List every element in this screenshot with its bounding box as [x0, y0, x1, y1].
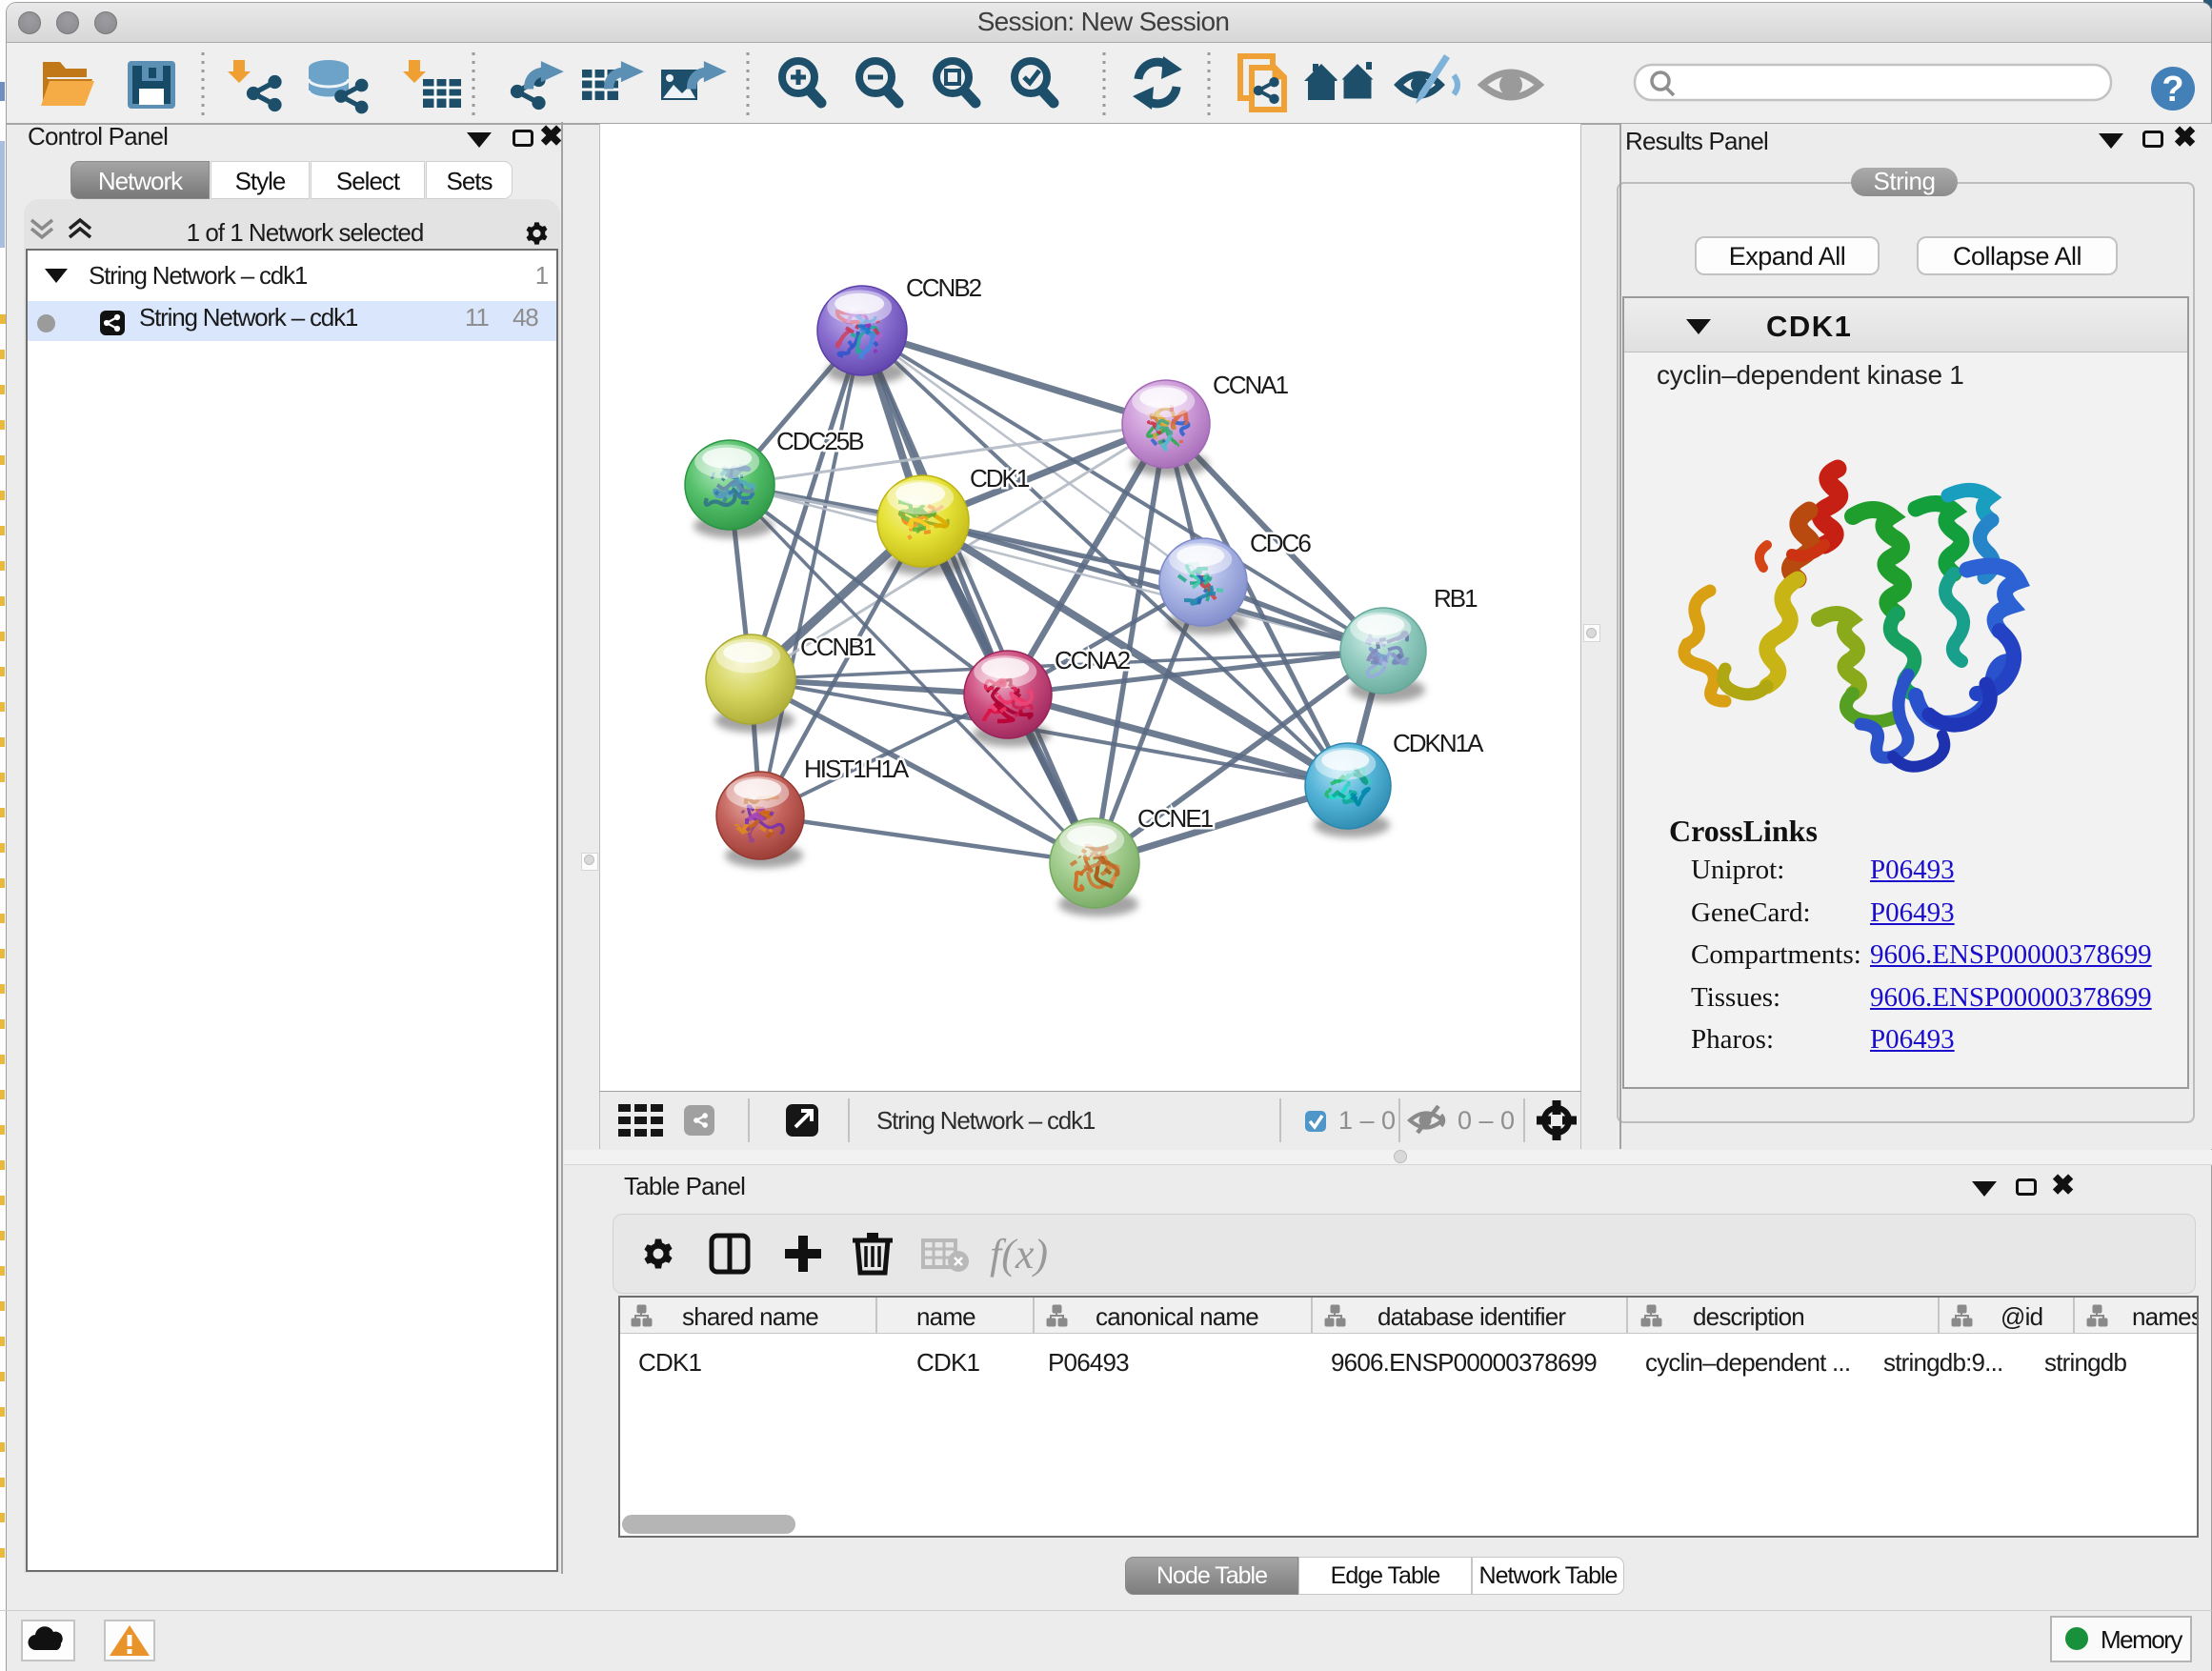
svg-text:stringdb: stringdb — [2044, 1348, 2126, 1377]
svg-text:CCNB2: CCNB2 — [906, 273, 982, 302]
svg-text:RB1: RB1 — [1434, 584, 1478, 613]
svg-text:f(x): f(x) — [990, 1231, 1048, 1278]
svg-text:description: description — [1693, 1302, 1804, 1331]
svg-text:9606.ENSP00000378699: 9606.ENSP00000378699 — [1331, 1348, 1597, 1377]
svg-text:namespac: namespac — [2132, 1302, 2197, 1331]
svg-text:0 – 0: 0 – 0 — [1458, 1106, 1515, 1135]
svg-text:CDKN1A: CDKN1A — [1393, 729, 1484, 757]
svg-text:CDC25B: CDC25B — [776, 427, 863, 455]
svg-text:CDK1: CDK1 — [970, 464, 1030, 493]
svg-text:String Network – cdk1: String Network – cdk1 — [876, 1106, 1096, 1135]
svg-text:stringdb:9...: stringdb:9... — [1883, 1348, 2002, 1377]
svg-text:CDK1: CDK1 — [638, 1348, 701, 1377]
svg-text:?: ? — [2162, 70, 2183, 110]
svg-text:@id: @id — [2001, 1302, 2042, 1331]
svg-text:CCNB1: CCNB1 — [800, 633, 876, 661]
svg-text:1 – 0: 1 – 0 — [1338, 1106, 1396, 1135]
svg-text:shared name: shared name — [682, 1302, 818, 1331]
svg-text:CDC6: CDC6 — [1250, 529, 1311, 557]
svg-text:P06493: P06493 — [1048, 1348, 1129, 1377]
svg-text:CCNE1: CCNE1 — [1137, 804, 1214, 833]
svg-text:canonical name: canonical name — [1096, 1302, 1258, 1331]
svg-text:database identifier: database identifier — [1377, 1302, 1566, 1331]
svg-text:CCNA1: CCNA1 — [1213, 371, 1289, 399]
svg-text:CDK1: CDK1 — [916, 1348, 979, 1377]
svg-text:HIST1H1A: HIST1H1A — [804, 755, 910, 783]
svg-text:CCNA2: CCNA2 — [1055, 646, 1131, 674]
svg-text:cyclin–dependent ...: cyclin–dependent ... — [1645, 1348, 1850, 1377]
svg-text:name: name — [916, 1302, 975, 1331]
